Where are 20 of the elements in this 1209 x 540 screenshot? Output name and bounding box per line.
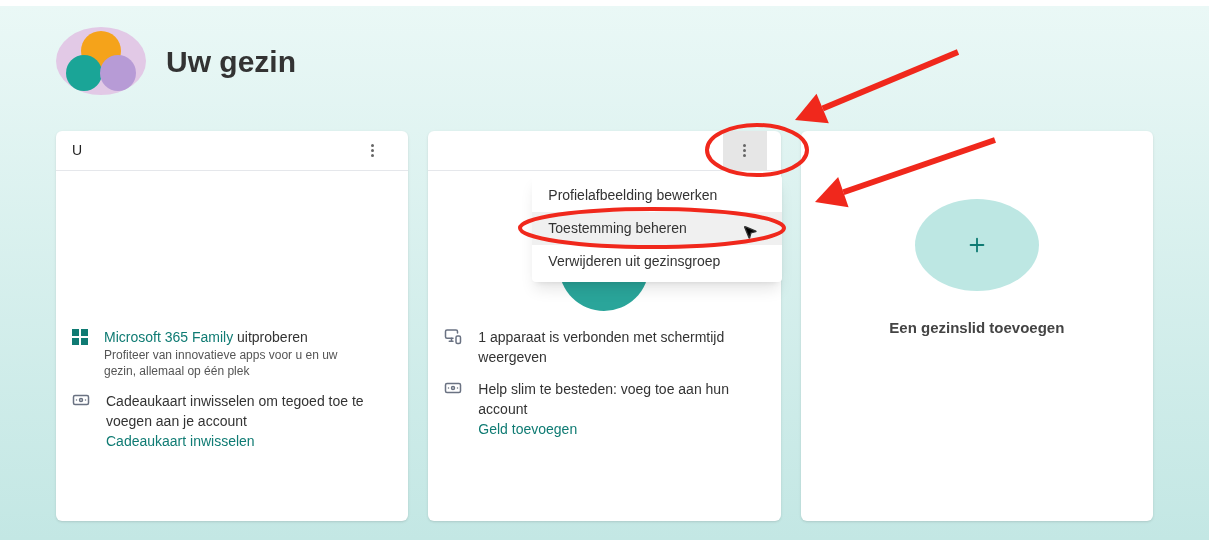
member-name: U <box>72 141 83 160</box>
action-link[interactable]: Geld toevoegen <box>478 419 744 439</box>
devices-icon <box>444 327 463 345</box>
item-text: Help slim te besteden: voeg toe aan hun account <box>478 380 730 419</box>
item-text: Microsoft 365 Family uitproberen <box>104 328 309 347</box>
add-member-label: Een gezinslid toevoegen <box>889 318 1065 338</box>
mouse-cursor-icon <box>742 224 759 240</box>
action-link[interactable]: Cadeaukaart inwisselen <box>106 431 371 451</box>
bears-logo-icon <box>56 27 146 95</box>
item-text: 1 apparaat is verbonden met schermtijd weergeven <box>478 328 726 367</box>
more-options-button[interactable] <box>722 130 767 171</box>
menu-item[interactable]: Verwijderen uit gezinsgroep <box>532 245 783 278</box>
page-title: Uw gezin <box>166 43 296 80</box>
more-options-icon <box>743 144 747 157</box>
more-options-icon <box>370 144 374 157</box>
windows-logo-icon <box>72 329 88 345</box>
item-description: Profiteer van innovatieve apps voor u en uw gezin, allemaal op één plek <box>104 347 339 379</box>
product-link[interactable]: Microsoft 365 Family <box>104 329 234 345</box>
menu-item[interactable]: Profielafbeelding bewerken <box>532 179 783 212</box>
item-text: Cadeaukaart inwisselen om tegoed toe te voegen aan je account <box>106 392 365 431</box>
